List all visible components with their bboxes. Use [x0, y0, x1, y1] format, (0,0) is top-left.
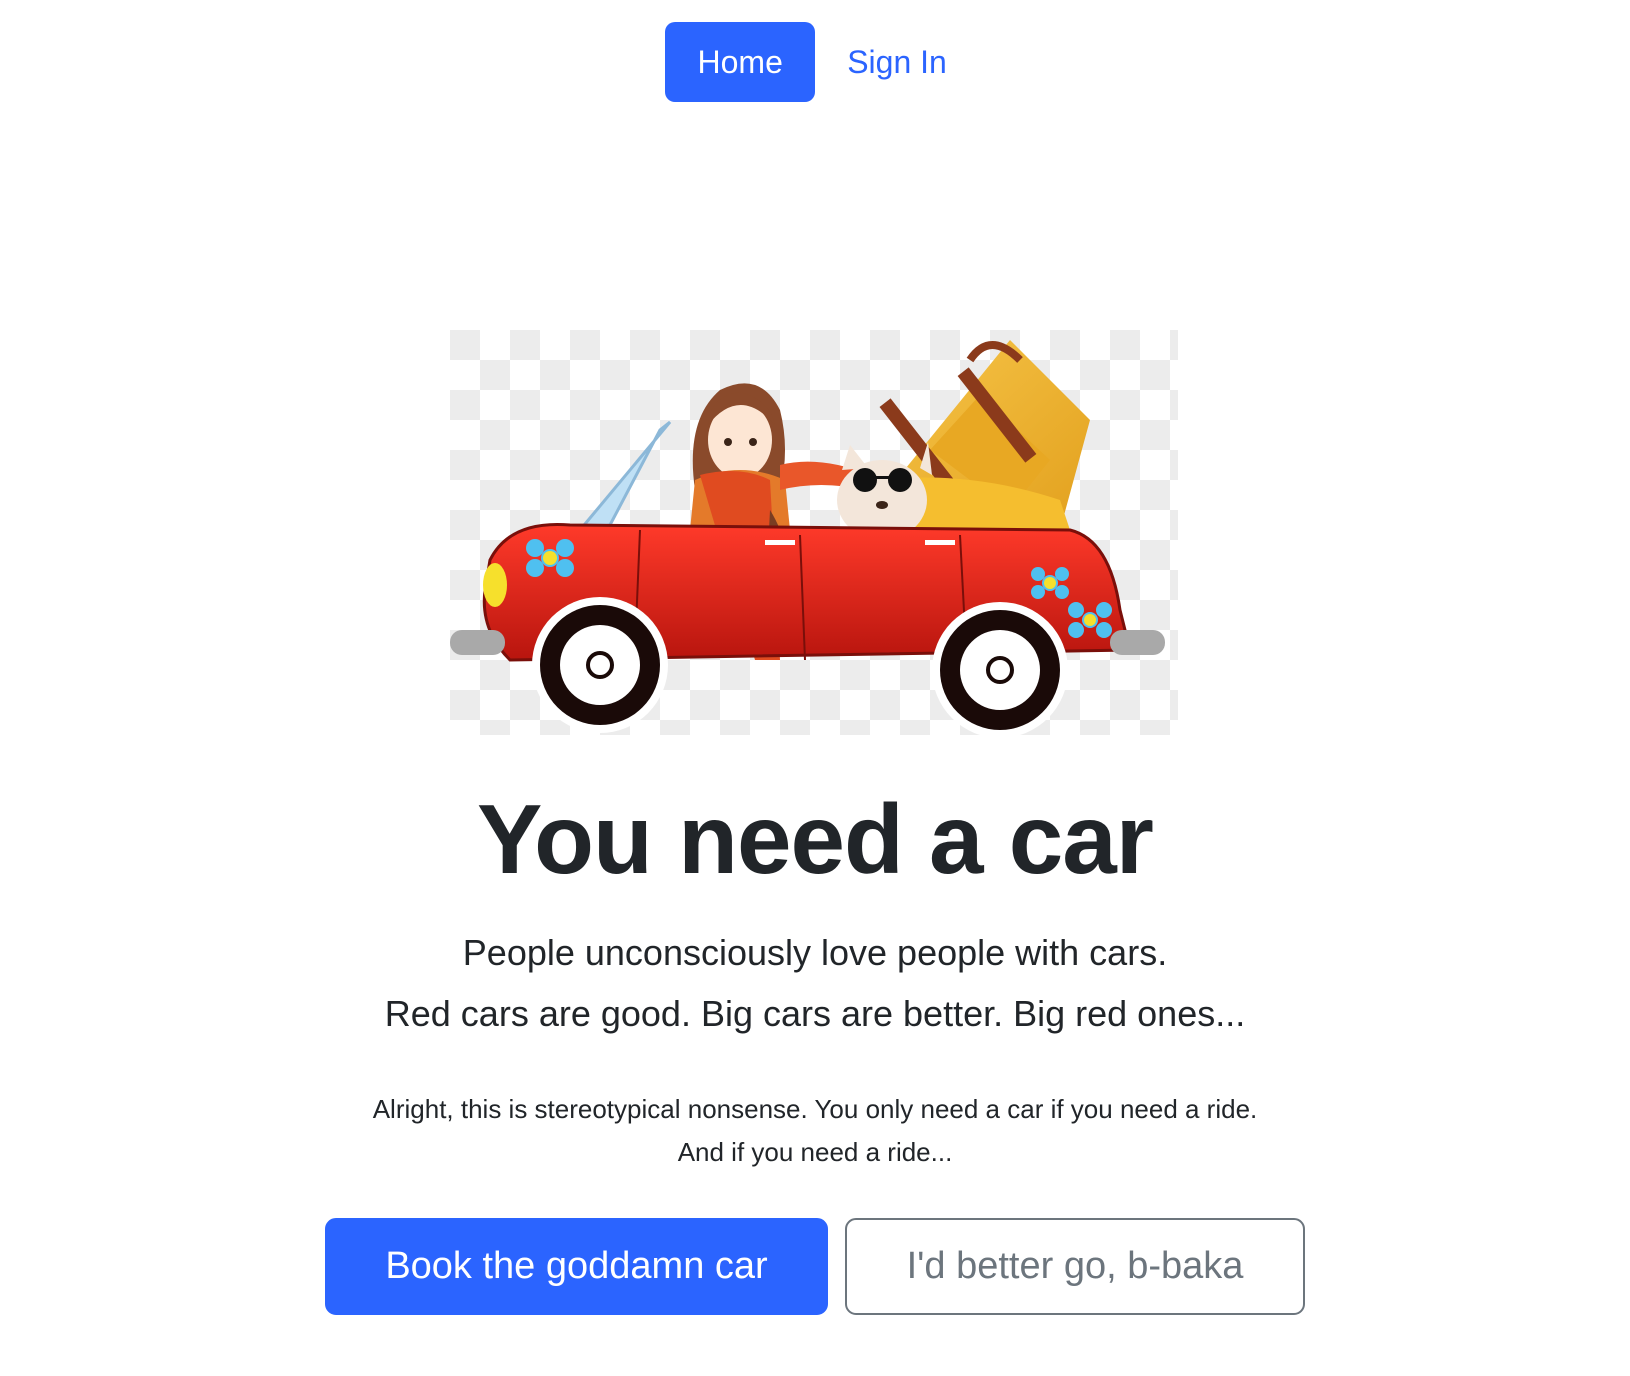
body-line-2: And if you need a ride... [677, 1137, 953, 1167]
lead-text: People unconsciously love people with ca… [0, 922, 1630, 1044]
lead-line-2: Red cars are good. Big cars are better. … [384, 993, 1246, 1034]
action-buttons: Book the goddamn car I'd better go, b-ba… [0, 1218, 1630, 1315]
leave-button[interactable]: I'd better go, b-baka [845, 1218, 1305, 1315]
book-car-button[interactable]: Book the goddamn car [325, 1218, 828, 1315]
body-text: Alright, this is stereotypical nonsense.… [0, 1088, 1630, 1174]
lead-line-1: People unconsciously love people with ca… [462, 932, 1168, 973]
front-wheel-icon [532, 597, 668, 733]
rear-wheel-icon [932, 602, 1068, 735]
page: Home Sign In You need a car People uncon… [0, 0, 1630, 1376]
hero-car-image [450, 330, 1178, 735]
body-line-1: Alright, this is stereotypical nonsense.… [372, 1094, 1258, 1124]
nav-sign-in-link[interactable]: Sign In [829, 22, 965, 102]
top-nav: Home Sign In [0, 22, 1630, 102]
nav-home-link[interactable]: Home [665, 22, 816, 102]
page-title: You need a car [477, 784, 1154, 894]
